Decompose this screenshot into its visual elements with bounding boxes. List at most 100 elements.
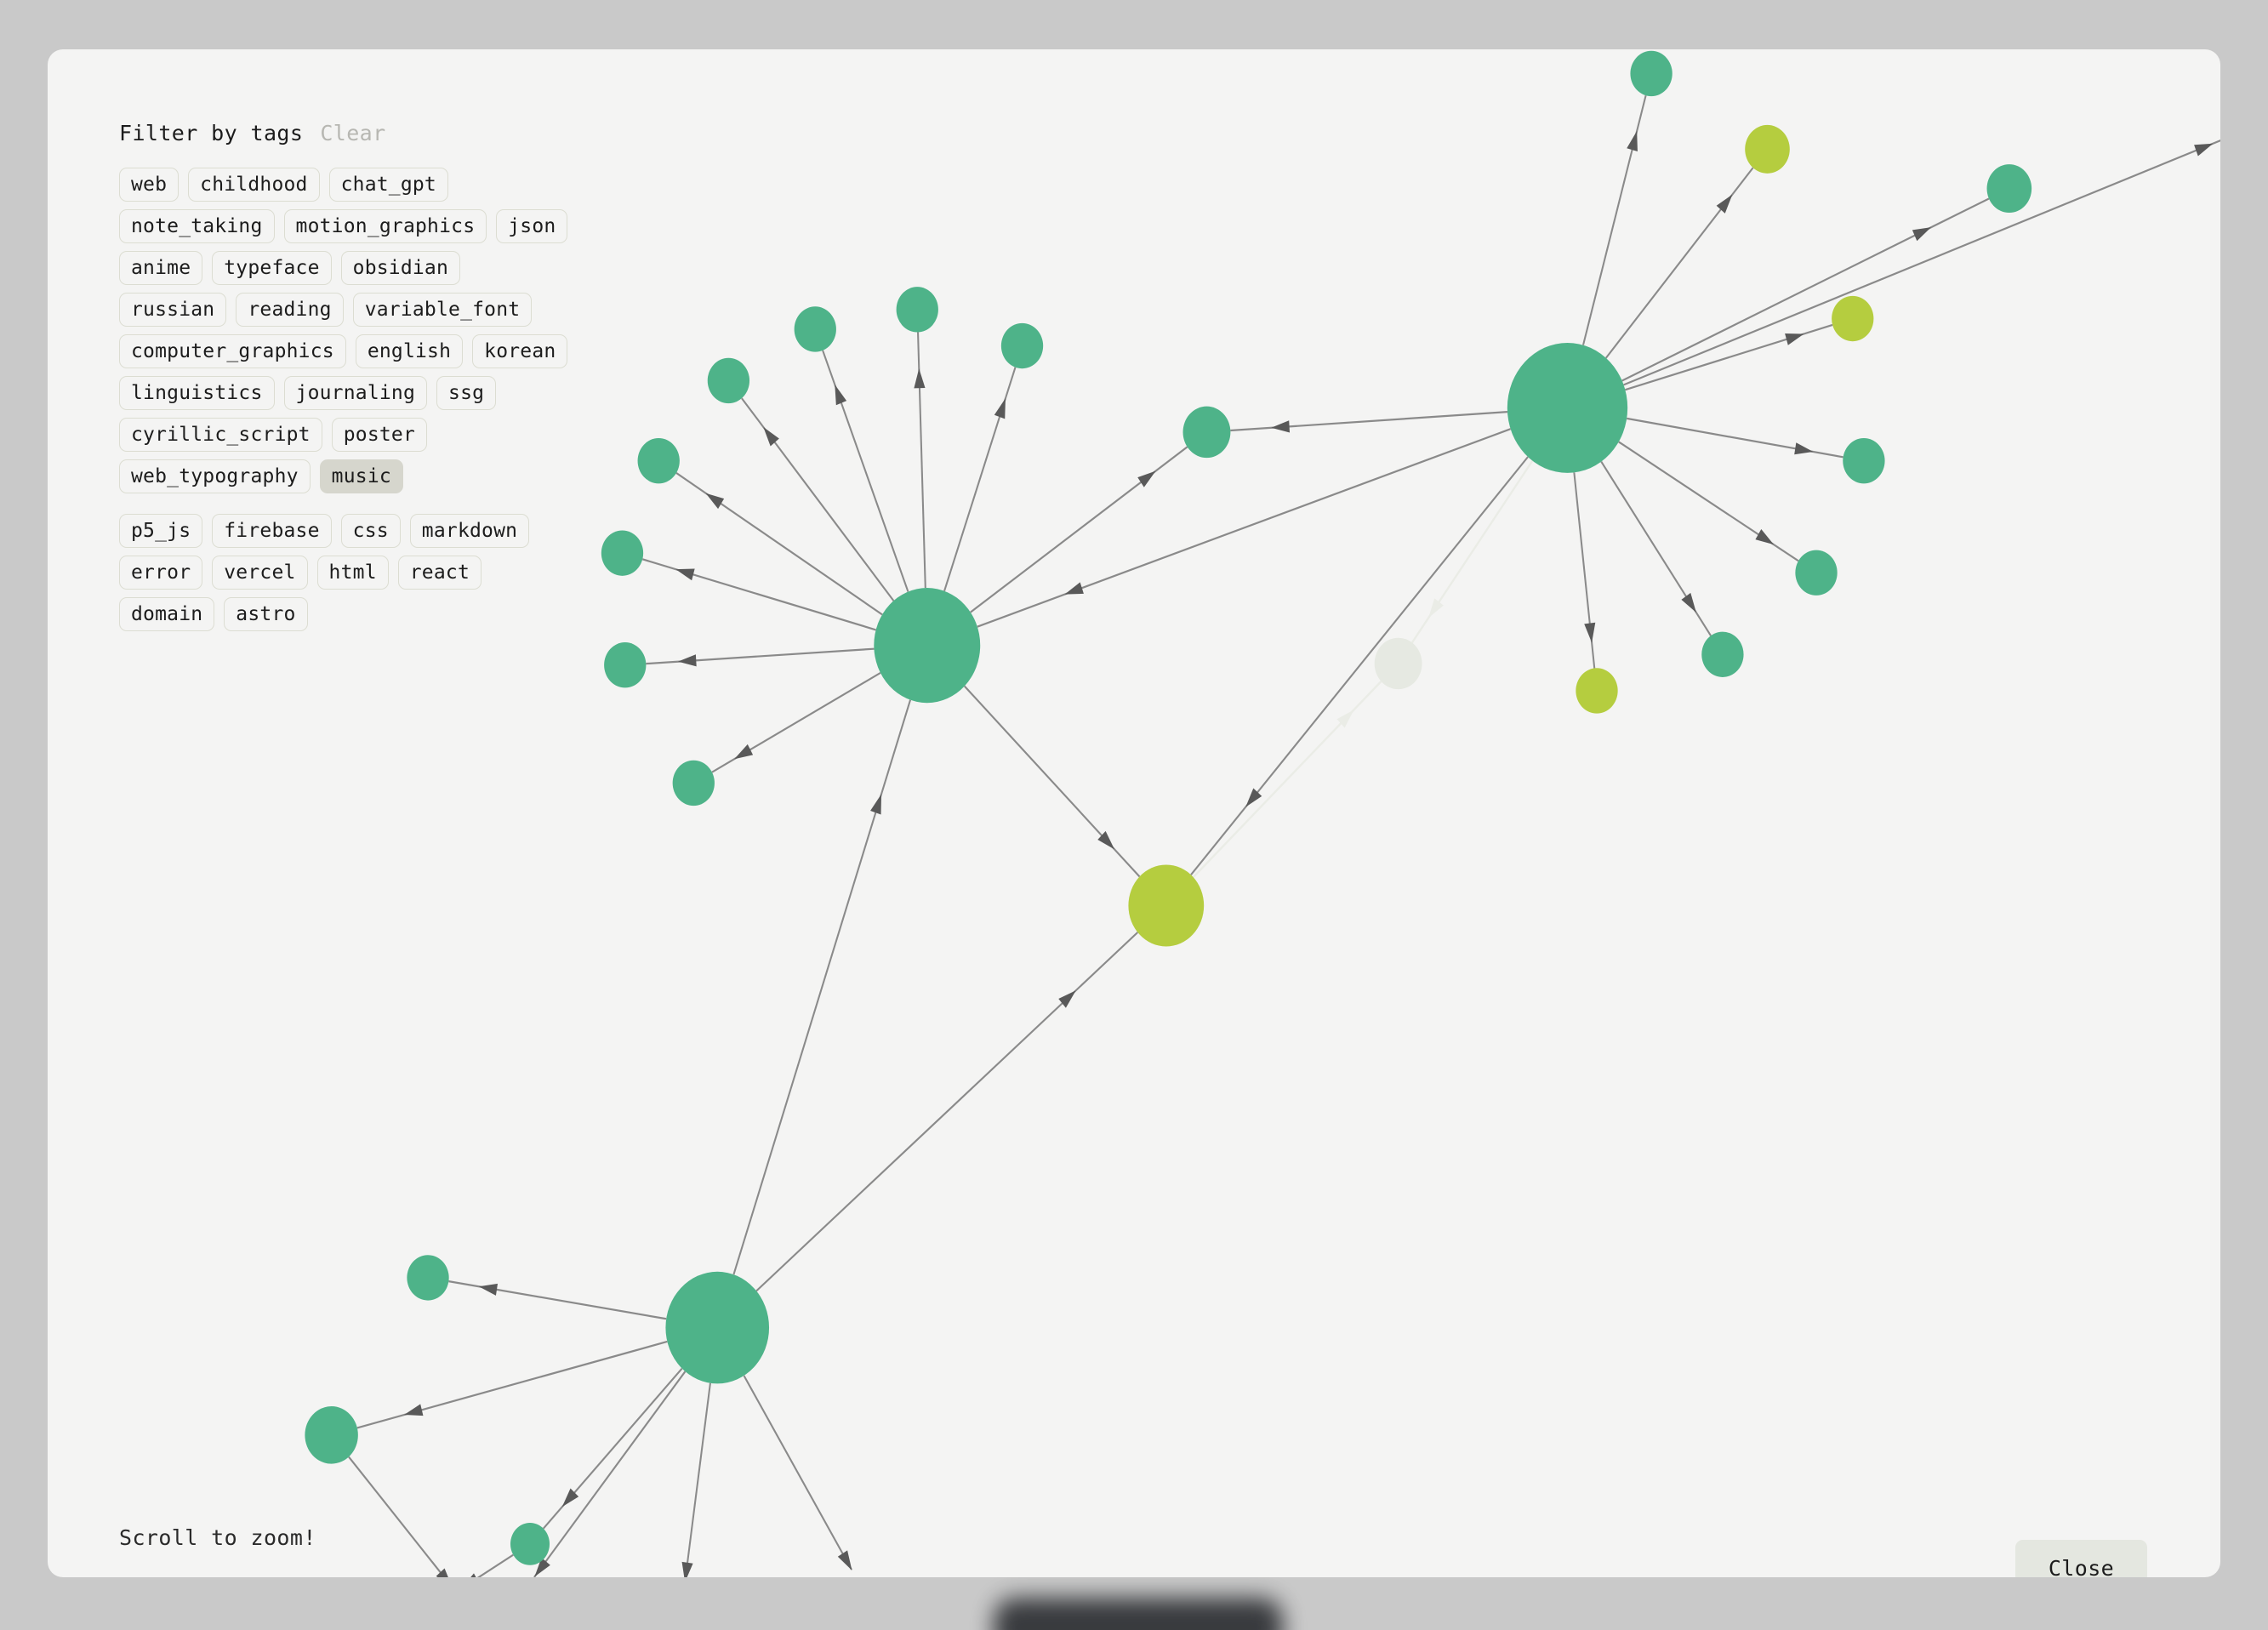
- graph-node-l6[interactable]: [601, 530, 644, 576]
- filter-header: Filter by tags Clear: [119, 121, 595, 145]
- graph-node-l2[interactable]: [896, 287, 938, 333]
- tag-linguistics[interactable]: linguistics: [119, 376, 275, 410]
- screen: Filter by tags Clear web childhood chat_gp…: [0, 0, 2268, 1630]
- edge-arrowhead-icon: [2194, 143, 2214, 157]
- graph-edge-hub-bottom-b2: [356, 1340, 668, 1429]
- tag-json[interactable]: json: [496, 209, 568, 243]
- graph-view-modal: Filter by tags Clear web childhood chat_gp…: [48, 49, 2220, 1577]
- tag-music[interactable]: music: [319, 459, 403, 493]
- tag-web_typography[interactable]: web_typography: [119, 459, 311, 493]
- tag-react[interactable]: react: [397, 556, 482, 590]
- graph-node-l9[interactable]: [1182, 406, 1231, 459]
- edge-arrowhead-icon: [1785, 333, 1804, 345]
- edge-arrowhead-icon: [1912, 227, 1932, 242]
- tag-typeface[interactable]: typeface: [212, 251, 332, 285]
- graph-node-lime-mid[interactable]: [1128, 864, 1205, 947]
- edge-arrowhead-icon: [675, 568, 695, 581]
- tag-reading[interactable]: reading: [236, 293, 344, 327]
- tag-obsidian[interactable]: obsidian: [340, 251, 461, 285]
- tag-variable_font[interactable]: variable_font: [352, 293, 533, 327]
- graph-node-r5[interactable]: [1843, 438, 1885, 484]
- graph-node-l5[interactable]: [637, 438, 680, 484]
- edge-arrowhead-icon: [1137, 470, 1156, 487]
- edge-arrowhead-icon: [763, 427, 779, 447]
- tag-astro[interactable]: astro: [224, 597, 308, 631]
- graph-node-r3[interactable]: [1986, 164, 2032, 214]
- tag-anime[interactable]: anime: [119, 251, 203, 285]
- background-toast: [994, 1598, 1283, 1630]
- page-title: Filter by tags: [119, 121, 304, 145]
- tag-p5_js[interactable]: p5_js: [119, 514, 203, 548]
- edge-arrowhead-icon: [1584, 622, 1596, 643]
- edge-arrowhead-icon: [1627, 130, 1638, 152]
- tag-web[interactable]: web: [119, 168, 180, 202]
- tag-journaling[interactable]: journaling: [283, 376, 428, 410]
- tag-english[interactable]: english: [355, 334, 464, 368]
- edge-arrowhead-icon: [1428, 598, 1444, 618]
- tag-markdown[interactable]: markdown: [409, 514, 530, 548]
- tag-ssg[interactable]: ssg: [436, 376, 497, 410]
- graph-node-hub-left[interactable]: [874, 588, 981, 704]
- graph-edges: [348, 94, 2220, 1577]
- graph-node-l1[interactable]: [794, 306, 836, 352]
- graph-edge-hub-bottom-hub-left: [732, 699, 912, 1275]
- tag-note_taking[interactable]: note_taking: [119, 209, 275, 243]
- graph-edge-offscreen-0: [1623, 139, 2220, 386]
- graph-node-l3[interactable]: [1000, 322, 1044, 369]
- graph-node-r4[interactable]: [1832, 295, 1874, 342]
- graph-node-l7[interactable]: [604, 642, 647, 688]
- tag-computer_graphics[interactable]: computer_graphics: [119, 334, 346, 368]
- graph-node-l4[interactable]: [707, 357, 750, 404]
- edge-arrowhead-icon: [677, 654, 697, 667]
- tag-domain[interactable]: domain: [119, 597, 215, 631]
- edge-arrowhead-icon: [734, 744, 754, 760]
- tag-russian[interactable]: russian: [119, 293, 227, 327]
- graph-node-r8[interactable]: [1576, 668, 1618, 714]
- edge-arrowhead-icon: [1681, 592, 1696, 613]
- edge-arrowhead-icon: [1755, 529, 1775, 545]
- clear-filters-link[interactable]: Clear: [320, 121, 385, 145]
- graph-node-r1[interactable]: [1630, 50, 1673, 97]
- edge-arrowhead-icon: [470, 1573, 476, 1577]
- tag-poster[interactable]: poster: [331, 418, 428, 452]
- edge-arrowhead-icon: [1271, 420, 1291, 433]
- graph-node-hub-right[interactable]: [1507, 342, 1628, 473]
- edge-arrowhead-icon: [404, 1404, 424, 1416]
- graph-edge-hub-right-lime-mid: [1190, 456, 1529, 876]
- edge-arrowhead-icon: [870, 794, 882, 815]
- graph-node-r7[interactable]: [1701, 631, 1744, 677]
- tag-vercel[interactable]: vercel: [212, 556, 308, 590]
- tag-firebase[interactable]: firebase: [212, 514, 332, 548]
- tag-cyrillic_script[interactable]: cyrillic_script: [119, 418, 322, 452]
- edge-arrowhead-icon: [835, 385, 847, 406]
- graph-node-hub-bottom[interactable]: [665, 1271, 770, 1384]
- tag-error[interactable]: error: [119, 556, 203, 590]
- graph-node-b2[interactable]: [305, 1406, 358, 1464]
- graph-edge-hub-right-r3: [1621, 197, 1990, 382]
- edge-arrowhead-icon: [681, 1561, 693, 1577]
- close-button[interactable]: Close: [2015, 1540, 2147, 1577]
- graph-edge-offscreen-2: [348, 1456, 446, 1577]
- tag-chat_gpt[interactable]: chat_gpt: [328, 168, 448, 202]
- graph-node-r6[interactable]: [1795, 550, 1838, 596]
- tag-groups: web childhood chat_gpt note_taking motion_gr…: [119, 168, 595, 631]
- tag-childhood[interactable]: childhood: [188, 168, 320, 202]
- tag-korean[interactable]: korean: [472, 334, 568, 368]
- graph-node-dim1[interactable]: [1374, 637, 1422, 690]
- tag-html[interactable]: html: [316, 556, 389, 590]
- edge-arrowhead-icon: [705, 493, 725, 510]
- graph-node-b3[interactable]: [510, 1522, 550, 1565]
- graph-edge-hub-bottom-lime-mid: [755, 932, 1138, 1292]
- tag-group-1: p5_js firebase css markdown error vercel html r…: [119, 514, 570, 631]
- edge-arrowhead-icon: [914, 368, 926, 389]
- graph-node-r2[interactable]: [1745, 124, 1790, 174]
- graph-node-l8[interactable]: [672, 760, 715, 806]
- edge-arrowhead-icon: [994, 398, 1006, 419]
- graph-edge-offscreen-1: [533, 1371, 687, 1577]
- graph-edge-offscreen-3: [684, 1382, 711, 1577]
- tag-css[interactable]: css: [340, 514, 401, 548]
- tag-motion_graphics[interactable]: motion_graphics: [283, 209, 487, 243]
- tag-group-0: web childhood chat_gpt note_taking motion_gr…: [119, 168, 570, 493]
- graph-node-b1[interactable]: [407, 1255, 449, 1301]
- edge-arrowhead-icon: [1064, 582, 1084, 595]
